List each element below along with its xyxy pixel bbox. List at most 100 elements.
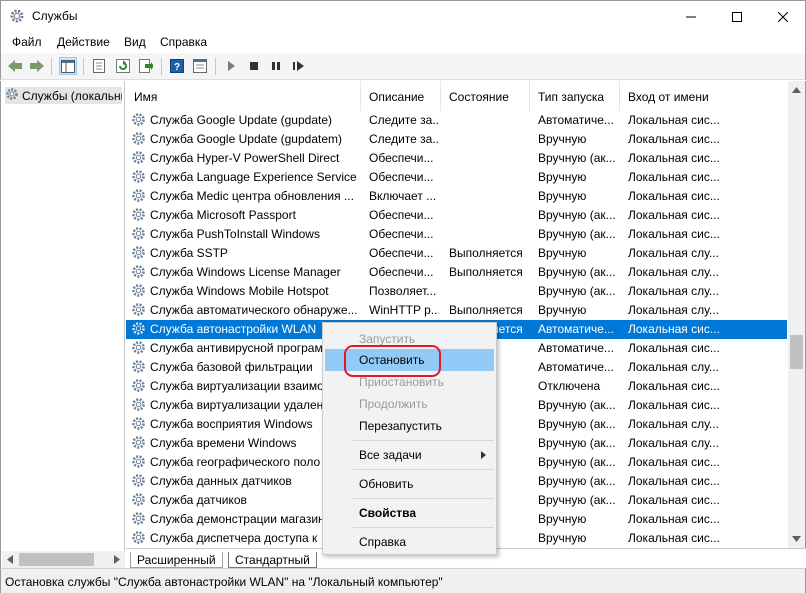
menu-item-refresh[interactable]: Обновить — [325, 473, 494, 495]
service-logon-as: Локальная сис... — [628, 132, 720, 146]
menu-item-help[interactable]: Справка — [325, 531, 494, 553]
horizontal-scrollbar[interactable] — [2, 551, 125, 568]
menu-item-start[interactable]: Запустить — [325, 328, 494, 350]
forward-arrow-icon[interactable] — [28, 57, 46, 75]
menu-view[interactable]: Вид — [124, 35, 146, 49]
restart-icon[interactable] — [290, 57, 308, 75]
maximize-button[interactable] — [714, 1, 760, 32]
service-logon-as: Локальная сис... — [628, 493, 720, 507]
service-startup-type: Вручную — [538, 531, 587, 545]
service-gear-icon — [131, 511, 146, 529]
service-logon-as: Локальная слу... — [628, 360, 719, 374]
service-gear-icon — [131, 321, 146, 339]
table-row[interactable]: Служба Language Experience Service Обеспе… — [126, 168, 787, 187]
toolbar: ? — [0, 53, 806, 80]
console-tree-icon[interactable] — [59, 57, 77, 75]
service-description: Обеспечи... — [369, 227, 434, 241]
tab-extended[interactable]: Расширенный — [130, 552, 223, 568]
service-name: Служба Windows Mobile Hotspot — [150, 284, 329, 298]
context-menu: Запустить Остановить Приостановить Продо… — [322, 322, 497, 555]
table-row[interactable]: Служба SSTP Обеспечи... Выполняется Вручную… — [126, 244, 787, 263]
service-gear-icon — [131, 150, 146, 168]
tab-standard[interactable]: Стандартный — [228, 552, 317, 568]
play-icon[interactable] — [222, 57, 240, 75]
console-tree-pane: Службы (локальные) — [0, 81, 125, 568]
service-logon-as: Локальная слу... — [628, 265, 719, 279]
service-logon-as: Локальная сис... — [628, 341, 720, 355]
service-logon-as: Локальная сис... — [628, 512, 720, 526]
table-row[interactable]: Служба PushToInstall Windows Обеспечи... В… — [126, 225, 787, 244]
menu-action[interactable]: Действие — [57, 35, 110, 49]
vertical-scrollbar[interactable] — [788, 81, 805, 548]
help-icon[interactable]: ? — [168, 57, 186, 75]
column-header-status[interactable]: Состояние — [441, 81, 530, 111]
service-logon-as: Локальная сис... — [628, 398, 720, 412]
table-row[interactable]: Служба Google Update (gupdatem) Следите з… — [126, 130, 787, 149]
service-gear-icon — [131, 188, 146, 206]
service-name: Служба автоматического обнаруже... — [150, 303, 358, 317]
column-header-description[interactable]: Описание — [361, 81, 441, 111]
service-startup-type: Отключена — [538, 379, 601, 393]
menu-item-pause[interactable]: Приостановить — [325, 371, 494, 393]
table-row[interactable]: Служба Microsoft Passport Обеспечи... Вруч… — [126, 206, 787, 225]
service-startup-type: Вручную (ак... — [538, 227, 616, 241]
menu-item-properties[interactable]: Свойства — [325, 502, 494, 524]
service-description: Включает ... — [369, 189, 437, 203]
table-row[interactable]: Служба Windows Mobile Hotspot Позволяет..… — [126, 282, 787, 301]
service-startup-type: Вручную — [538, 132, 587, 146]
menu-item-resume[interactable]: Продолжить — [325, 393, 494, 415]
status-text: Остановка службы "Служба автонастройки W… — [5, 575, 443, 589]
table-row[interactable]: Служба автоматического обнаруже... WinHTT… — [126, 301, 787, 320]
service-startup-type: Вручную — [538, 303, 587, 317]
tree-item-local-services[interactable]: Службы (локальные) — [5, 87, 122, 104]
service-gear-icon — [131, 397, 146, 415]
export-list-icon[interactable] — [137, 57, 155, 75]
scrollbar-thumb[interactable] — [790, 335, 803, 369]
column-header-startup-type[interactable]: Тип запуска — [530, 81, 620, 111]
tree-item-label: Службы (локальные) — [22, 88, 122, 103]
minimize-button[interactable] — [668, 1, 714, 32]
service-gear-icon — [131, 530, 146, 548]
service-description: Обеспечи... — [369, 151, 434, 165]
menu-item-stop[interactable]: Остановить — [325, 349, 494, 371]
column-header-name[interactable]: Имя — [126, 81, 361, 111]
pause-icon[interactable] — [267, 57, 285, 75]
menu-file[interactable]: Файл — [12, 35, 42, 49]
svg-text:?: ? — [174, 62, 180, 73]
service-logon-as: Локальная слу... — [628, 284, 719, 298]
service-logon-as: Локальная слу... — [628, 436, 719, 450]
back-arrow-icon[interactable] — [6, 57, 24, 75]
table-row[interactable]: Служба Windows License Manager Обеспечи..… — [126, 263, 787, 282]
menu-separator — [353, 527, 494, 528]
service-startup-type: Вручную (ак... — [538, 398, 616, 412]
service-description: Следите за... — [369, 132, 439, 146]
menu-item-all-tasks[interactable]: Все задачи — [325, 444, 494, 466]
service-startup-type: Вручную — [538, 170, 587, 184]
service-startup-type: Вручную — [538, 189, 587, 203]
table-row[interactable]: Служба Medic центра обновления ... Включа… — [126, 187, 787, 206]
close-button[interactable] — [760, 1, 806, 32]
properties-sheet-icon[interactable] — [90, 57, 108, 75]
service-name: Служба Microsoft Passport — [150, 208, 296, 222]
column-header-logon-as[interactable]: Вход от имени — [620, 81, 787, 111]
service-gear-icon — [131, 454, 146, 472]
menu-help[interactable]: Справка — [160, 35, 207, 49]
service-gear-icon — [131, 169, 146, 187]
chevron-right-icon — [481, 451, 486, 459]
refresh-icon[interactable] — [114, 57, 132, 75]
service-name: Служба SSTP — [150, 246, 228, 260]
service-logon-as: Локальная сис... — [628, 227, 720, 241]
table-row[interactable]: Служба Google Update (gupdate) Следите за… — [126, 111, 787, 130]
scrollbar-thumb[interactable] — [19, 553, 94, 566]
service-logon-as: Локальная сис... — [628, 322, 720, 336]
menu-bar: Файл Действие Вид Справка — [0, 31, 806, 53]
service-gear-icon — [131, 435, 146, 453]
stop-icon[interactable] — [245, 57, 263, 75]
show-hide-pane-icon[interactable] — [191, 57, 209, 75]
service-logon-as: Локальная сис... — [628, 474, 720, 488]
menu-separator — [353, 498, 494, 499]
service-startup-type: Вручную (ак... — [538, 265, 616, 279]
service-gear-icon — [131, 359, 146, 377]
table-row[interactable]: Служба Hyper-V PowerShell Direct Обеспечи… — [126, 149, 787, 168]
menu-item-restart[interactable]: Перезапустить — [325, 415, 494, 437]
